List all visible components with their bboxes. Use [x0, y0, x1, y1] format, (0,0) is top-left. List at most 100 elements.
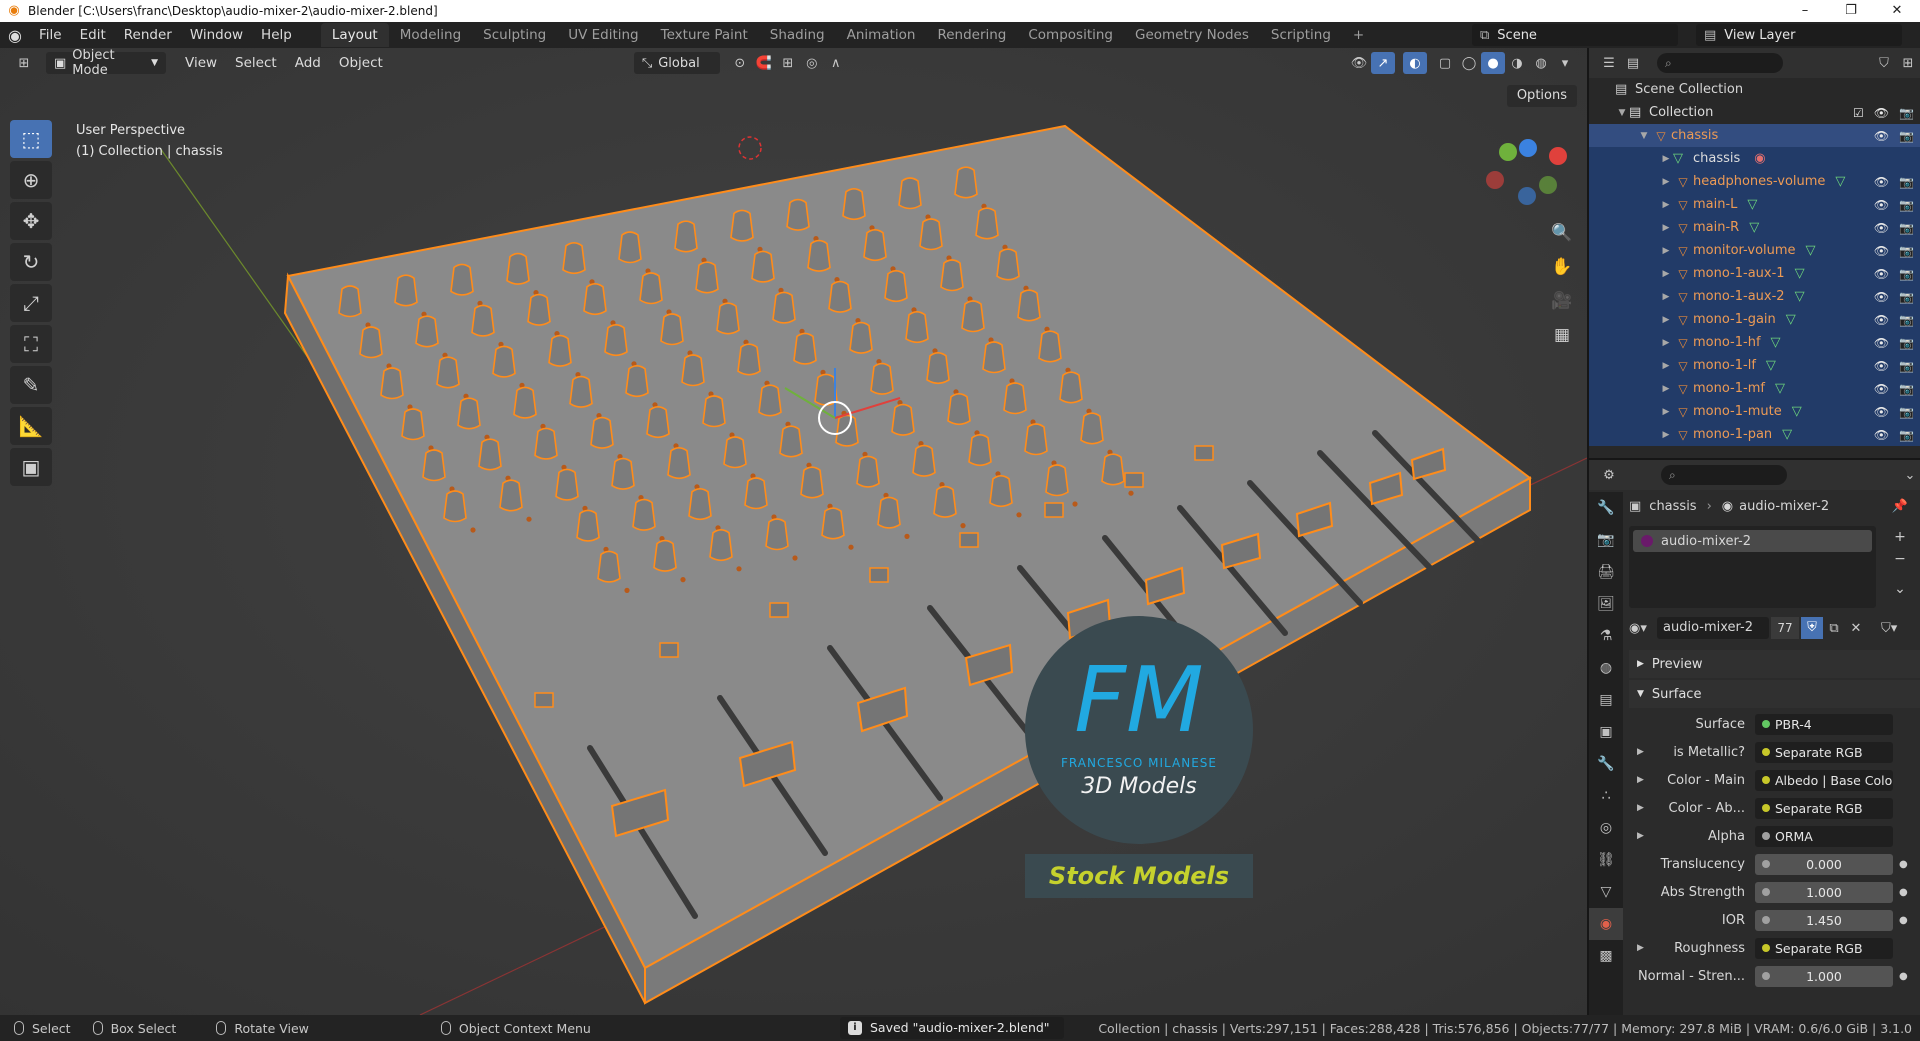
- pin-icon[interactable]: 📌: [1892, 499, 1908, 514]
- material-shading-icon[interactable]: ◑: [1505, 52, 1529, 74]
- eye-icon[interactable]: 👁: [1874, 106, 1889, 120]
- tab-rendering[interactable]: Rendering: [926, 23, 1017, 47]
- outliner-item-mono-1-aux-1[interactable]: ▶ ▽ mono-1-aux-1 ▽ 👁 📷: [1589, 262, 1920, 285]
- tool-tab-icon[interactable]: 🔧: [1589, 492, 1623, 524]
- property-value-field[interactable]: PBR-4: [1755, 713, 1893, 735]
- outliner-item-mono-1-hf[interactable]: ▶ ▽ mono-1-hf ▽ 👁 📷: [1589, 331, 1920, 354]
- view-layer-selector[interactable]: ▤ View Layer: [1696, 24, 1902, 46]
- menu-view[interactable]: View: [176, 55, 226, 71]
- expand-arrow-icon[interactable]: ▶: [1637, 831, 1644, 841]
- annotate-tool-icon[interactable]: ✎: [10, 366, 52, 404]
- expand-arrow-icon[interactable]: ▶: [1659, 407, 1673, 417]
- outliner-item-main-R[interactable]: ▶ ▽ main-R ▽ 👁 📷: [1589, 216, 1920, 239]
- menu-edit[interactable]: Edit: [71, 22, 115, 48]
- tab-uv-editing[interactable]: UV Editing: [557, 23, 649, 47]
- editor-type-icon[interactable]: ⊞: [12, 52, 36, 74]
- menu-add[interactable]: Add: [286, 55, 330, 71]
- scale-tool-icon[interactable]: ⤢: [10, 284, 52, 322]
- unlink-material-icon[interactable]: ✕: [1845, 621, 1867, 636]
- expand-arrow-icon[interactable]: ▶: [1659, 361, 1673, 371]
- texture-tab-icon[interactable]: ▩: [1589, 940, 1623, 972]
- eye-icon[interactable]: 👁: [1874, 290, 1889, 304]
- material-tab-icon[interactable]: ◉: [1589, 908, 1623, 940]
- expand-arrow-icon[interactable]: ▶: [1659, 154, 1673, 164]
- pan-hand-icon[interactable]: ✋: [1547, 250, 1577, 284]
- keyframe-dot-icon[interactable]: ●: [1899, 971, 1908, 982]
- expand-arrow-icon[interactable]: ▶: [1637, 803, 1644, 813]
- world-tab-icon[interactable]: ◍: [1589, 652, 1623, 684]
- camera-icon[interactable]: 📷: [1899, 290, 1914, 304]
- solid-shading-icon[interactable]: ●: [1481, 52, 1505, 74]
- blender-logo-icon[interactable]: ◉: [0, 26, 30, 45]
- expand-arrow-icon[interactable]: ▶: [1659, 269, 1673, 279]
- outliner-item-mono-1-lf[interactable]: ▶ ▽ mono-1-lf ▽ 👁 📷: [1589, 354, 1920, 377]
- camera-icon[interactable]: 📷: [1899, 428, 1914, 442]
- zoom-icon[interactable]: 🔍: [1547, 216, 1577, 250]
- remove-slot-icon[interactable]: −: [1888, 548, 1912, 570]
- menu-help[interactable]: Help: [252, 22, 301, 48]
- view-layer-tab-icon[interactable]: 🖼: [1589, 588, 1623, 620]
- outliner-item-chassis[interactable]: ▼ ▽ chassis 👁 📷: [1589, 124, 1920, 147]
- menu-select[interactable]: Select: [226, 55, 286, 71]
- tab-animation[interactable]: Animation: [836, 23, 927, 47]
- chevron-down-icon[interactable]: ⌄: [1898, 464, 1920, 486]
- camera-icon[interactable]: 📷: [1899, 244, 1914, 258]
- expand-arrow-icon[interactable]: ▶: [1659, 315, 1673, 325]
- outliner-item-mono-1-mf[interactable]: ▶ ▽ mono-1-mf ▽ 👁 📷: [1589, 377, 1920, 400]
- outliner-item-monitor-volume[interactable]: ▶ ▽ monitor-volume ▽ 👁 📷: [1589, 239, 1920, 262]
- checkbox-icon[interactable]: ☑: [1853, 106, 1864, 120]
- tab-sculpting[interactable]: Sculpting: [472, 23, 557, 47]
- transform-orientation-dropdown[interactable]: ⤡ Global: [633, 52, 720, 74]
- eye-icon[interactable]: 👁: [1874, 129, 1889, 143]
- camera-icon[interactable]: 📷: [1899, 267, 1914, 281]
- expand-arrow-icon[interactable]: ▼: [1615, 108, 1629, 118]
- property-value-field[interactable]: 0.000: [1755, 853, 1893, 875]
- particles-tab-icon[interactable]: ∴: [1589, 780, 1623, 812]
- eye-icon[interactable]: 👁: [1874, 382, 1889, 396]
- move-tool-icon[interactable]: ✥: [10, 202, 52, 240]
- camera-view-icon[interactable]: 🎥: [1547, 284, 1577, 318]
- overlay-toggle-icon[interactable]: ◐: [1403, 52, 1427, 74]
- visibility-icon[interactable]: 👁: [1347, 52, 1371, 74]
- expand-arrow-icon[interactable]: ▶: [1659, 200, 1673, 210]
- new-collection-icon[interactable]: ⊞: [1896, 52, 1920, 74]
- eye-icon[interactable]: 👁: [1874, 405, 1889, 419]
- camera-icon[interactable]: 📷: [1899, 382, 1914, 396]
- camera-icon[interactable]: 📷: [1899, 313, 1914, 327]
- outliner-item-mono-1-mute[interactable]: ▶ ▽ mono-1-mute ▽ 👁 📷: [1589, 400, 1920, 423]
- eye-icon[interactable]: 👁: [1874, 428, 1889, 442]
- eye-icon[interactable]: 👁: [1874, 336, 1889, 350]
- 3d-viewport[interactable]: FM FRANCESCO MILANESE 3D Models Stock Mo…: [0, 48, 1587, 1015]
- snap-target-icon[interactable]: ⊞: [776, 52, 800, 74]
- property-value-field[interactable]: 1.000: [1755, 965, 1893, 987]
- surface-section[interactable]: ▼ Surface: [1629, 680, 1920, 708]
- tab-geometry-nodes[interactable]: Geometry Nodes: [1124, 23, 1260, 47]
- transform-tool-icon[interactable]: ⛶: [10, 325, 52, 363]
- expand-arrow-icon[interactable]: ▶: [1659, 246, 1673, 256]
- keyframe-dot-icon[interactable]: ●: [1899, 915, 1908, 926]
- camera-icon[interactable]: 📷: [1899, 221, 1914, 235]
- menu-object[interactable]: Object: [330, 55, 392, 71]
- collection-tab-icon[interactable]: ▤: [1589, 684, 1623, 716]
- properties-search-input[interactable]: ⌕: [1661, 465, 1787, 485]
- add-workspace-button[interactable]: +: [1342, 23, 1375, 47]
- material-slot[interactable]: audio-mixer-2: [1633, 530, 1872, 552]
- expand-arrow-icon[interactable]: ▼: [1637, 131, 1651, 141]
- menu-window[interactable]: Window: [181, 22, 252, 48]
- outliner-item-mono-1-gain[interactable]: ▶ ▽ mono-1-gain ▽ 👁 📷: [1589, 308, 1920, 331]
- outliner-item-chassis-mesh[interactable]: ▶ ▽ chassis ◉: [1589, 147, 1920, 170]
- expand-arrow-icon[interactable]: ▶: [1659, 384, 1673, 394]
- rendered-shading-icon[interactable]: ◍: [1529, 52, 1553, 74]
- close-button[interactable]: ✕: [1874, 0, 1920, 22]
- user-count[interactable]: 77: [1771, 617, 1799, 639]
- outliner-search-input[interactable]: ⌕: [1657, 53, 1783, 73]
- falloff-icon[interactable]: ∧: [824, 52, 848, 74]
- eye-icon[interactable]: 👁: [1874, 175, 1889, 189]
- expand-arrow-icon[interactable]: ▶: [1637, 775, 1644, 785]
- material-name-field[interactable]: audio-mixer-2: [1657, 617, 1769, 639]
- select-box-tool-icon[interactable]: ⬚: [10, 120, 52, 158]
- expand-arrow-icon[interactable]: ▶: [1659, 177, 1673, 187]
- properties-editor-icon[interactable]: ⚙: [1597, 464, 1621, 486]
- modifier-tab-icon[interactable]: 🔧: [1589, 748, 1623, 780]
- fake-user-shield-icon[interactable]: ⛨: [1801, 617, 1823, 639]
